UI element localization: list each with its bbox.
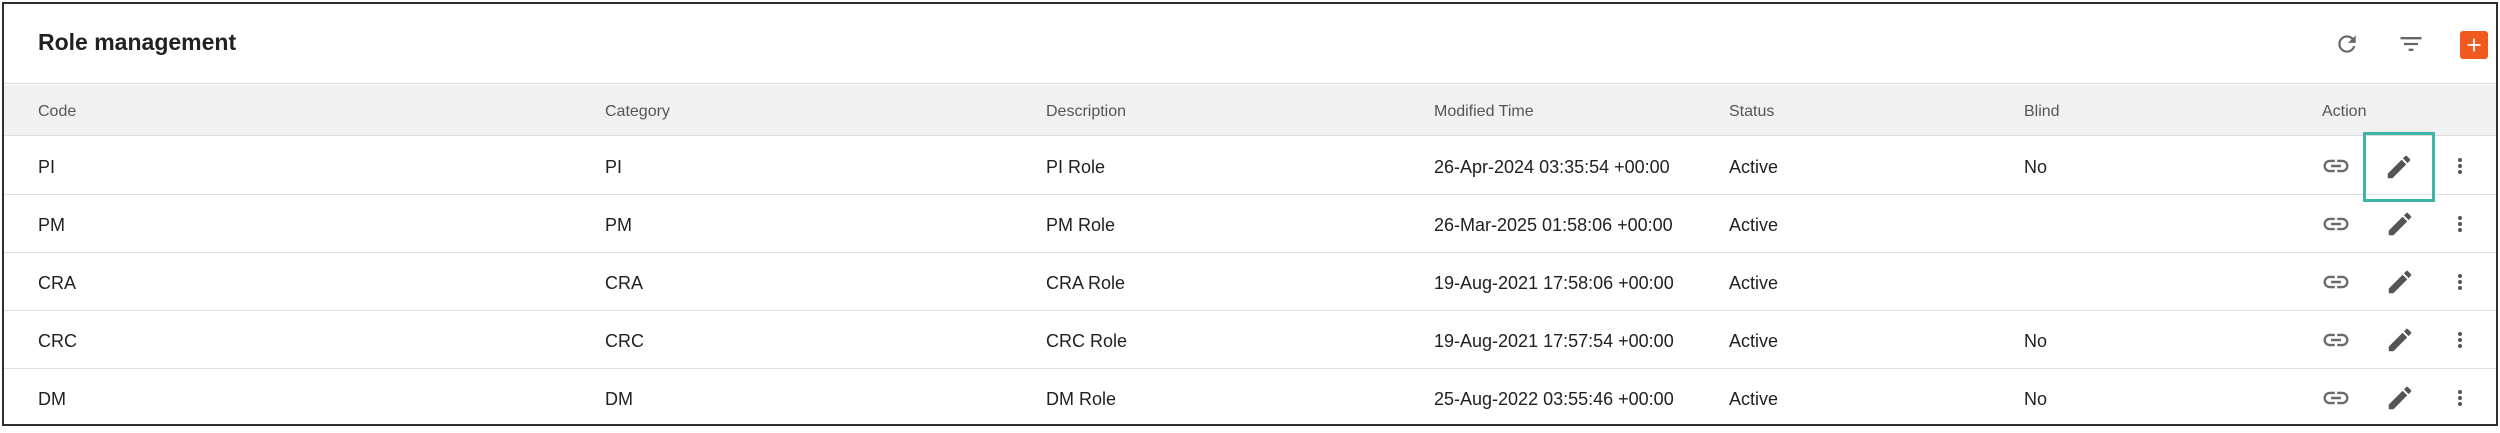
column-header-blind[interactable]: Blind — [2024, 103, 2060, 121]
cell-code: DM — [38, 389, 66, 409]
cell-blind: No — [2024, 389, 2048, 409]
column-header-modified-time[interactable]: Modified Time — [1434, 103, 1534, 121]
more-options-button[interactable] — [2448, 383, 2472, 413]
cell-modified-time: 25-Aug-2022 03:55:46 +00:00 — [1434, 389, 1674, 409]
cell-description: PM Role — [1046, 215, 1116, 235]
column-header-category[interactable]: Category — [605, 103, 670, 121]
edit-button[interactable] — [2384, 325, 2416, 355]
more-options-button[interactable] — [2448, 325, 2472, 355]
cell-status: Active — [1729, 215, 1779, 235]
edit-icon — [2388, 328, 2412, 352]
edit-icon — [2388, 386, 2412, 410]
cell-status: Active — [1729, 157, 1779, 177]
edit-icon — [2388, 212, 2412, 236]
cell-blind: No — [2024, 157, 2048, 177]
more-options-button[interactable] — [2448, 151, 2472, 181]
cell-category: PM — [605, 215, 632, 235]
link-button[interactable] — [2320, 383, 2352, 413]
table-header: Code Category Description Modified Time … — [4, 85, 2496, 136]
table-row[interactable]: PI PI PI Role 26-Apr-2024 03:35:54 +00:0… — [4, 132, 2496, 202]
cell-status: Active — [1729, 331, 1779, 351]
cell-modified-time: 19-Aug-2021 17:58:06 +00:00 — [1434, 273, 1674, 293]
column-header-action: Action — [2322, 103, 2367, 120]
link-icon — [2323, 391, 2349, 405]
cell-description: CRC Role — [1046, 331, 1128, 351]
more-vert-icon — [2458, 332, 2462, 348]
link-icon — [2323, 159, 2349, 173]
link-button[interactable] — [2320, 151, 2352, 181]
filter-button[interactable] — [2396, 29, 2426, 59]
add-role-button[interactable] — [2460, 31, 2488, 59]
filter-icon — [2400, 37, 2422, 51]
link-icon — [2323, 333, 2349, 347]
column-header-description[interactable]: Description — [1046, 103, 1126, 121]
cell-category: CRC — [605, 331, 644, 351]
cell-status: Active — [1729, 389, 1779, 409]
more-options-button[interactable] — [2448, 209, 2472, 239]
edit-button[interactable] — [2384, 267, 2416, 297]
panel-header: Role management — [4, 4, 2496, 84]
edit-button[interactable] — [2384, 209, 2416, 239]
link-button[interactable] — [2320, 209, 2352, 239]
more-vert-icon — [2458, 274, 2462, 290]
edit-button[interactable] — [2363, 132, 2435, 202]
cell-code: PM — [38, 215, 65, 235]
cell-blind: No — [2024, 331, 2048, 351]
cell-status: Active — [1729, 273, 1779, 293]
cell-modified-time: 26-Mar-2025 01:58:06 +00:00 — [1434, 215, 1673, 235]
cell-description: CRA Role — [1046, 273, 1126, 293]
cell-description: PI Role — [1046, 157, 1106, 177]
role-management-panel: Role management Code Category Descriptio… — [2, 2, 2498, 426]
cell-code: CRC — [38, 331, 77, 351]
add-icon — [2467, 38, 2481, 52]
cell-code: PI — [38, 157, 56, 177]
cell-category: CRA — [605, 273, 644, 293]
more-vert-icon — [2458, 390, 2462, 406]
cell-modified-time: 19-Aug-2021 17:57:54 +00:00 — [1434, 331, 1674, 351]
table-row[interactable]: CRC CRC CRC Role 19-Aug-2021 17:57:54 +0… — [4, 311, 2496, 369]
table-row[interactable]: PM PM PM Role 26-Mar-2025 01:58:06 +00:0… — [4, 195, 2496, 253]
column-header-status[interactable]: Status — [1729, 103, 1774, 121]
cell-modified-time: 26-Apr-2024 03:35:54 +00:00 — [1434, 157, 1670, 177]
link-icon — [2323, 275, 2349, 289]
more-options-button[interactable] — [2448, 267, 2472, 297]
edit-icon — [2388, 270, 2412, 294]
edit-button[interactable] — [2384, 383, 2416, 413]
more-vert-icon — [2458, 158, 2462, 174]
link-button[interactable] — [2320, 267, 2352, 297]
cell-description: DM Role — [1046, 389, 1117, 409]
cell-category: DM — [605, 389, 633, 409]
table-row[interactable]: CRA CRA CRA Role 19-Aug-2021 17:58:06 +0… — [4, 253, 2496, 311]
more-vert-icon — [2458, 216, 2462, 232]
link-button[interactable] — [2320, 325, 2352, 355]
edit-icon — [2387, 155, 2411, 179]
column-header-code[interactable]: Code — [38, 103, 76, 121]
refresh-button[interactable] — [2332, 29, 2362, 59]
cell-code: CRA — [38, 273, 77, 293]
page-title: Role management — [38, 29, 237, 55]
link-icon — [2323, 217, 2349, 231]
cell-category: PI — [605, 157, 623, 177]
refresh-icon — [2338, 35, 2356, 53]
table-row[interactable]: DM DM DM Role 25-Aug-2022 03:55:46 +00:0… — [4, 369, 2496, 427]
